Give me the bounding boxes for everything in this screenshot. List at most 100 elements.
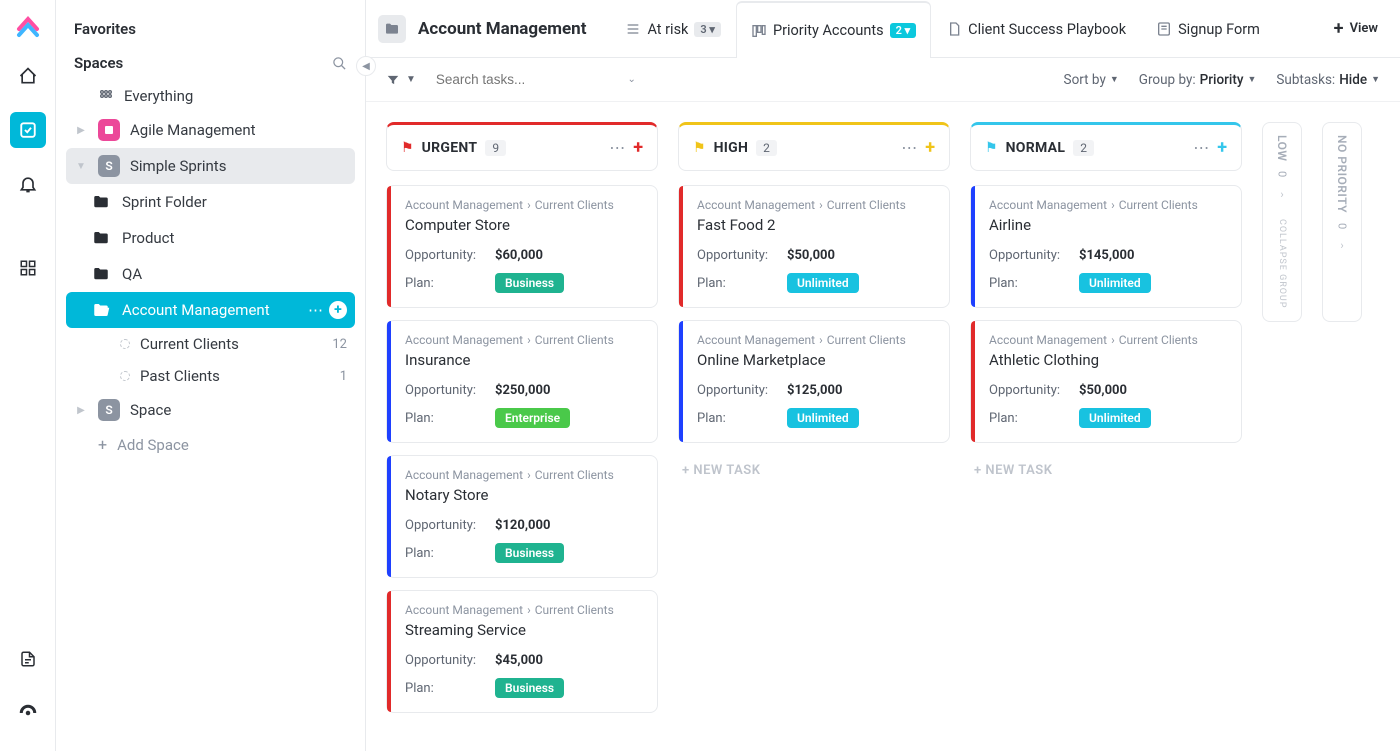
chevron-right-icon[interactable]: ▶ <box>74 125 88 136</box>
field-opportunity: Opportunity: $125,000 <box>697 383 935 398</box>
sidebar-past-clients[interactable]: Past Clients 1 <box>66 360 355 392</box>
priority-stripe <box>971 321 975 442</box>
column-count: 9 <box>485 140 506 156</box>
add-task-icon[interactable]: + <box>1217 137 1227 158</box>
tab-signup-form[interactable]: Signup Form <box>1141 0 1275 57</box>
sidebar-current-clients[interactable]: Current Clients 12 <box>66 328 355 360</box>
subtasks-menu[interactable]: Subtasks: Hide ▼ <box>1276 72 1380 88</box>
sidebar-item-label: Past Clients <box>140 367 220 385</box>
column-header[interactable]: ⚑ HIGH 2 ⋯ + <box>678 122 950 171</box>
button-label: View <box>1350 21 1378 36</box>
sidebar-item-label: Product <box>122 229 174 247</box>
list-icon <box>625 21 641 37</box>
search-input[interactable] <box>436 72 613 87</box>
plus-icon: + <box>1334 18 1344 39</box>
sidebar-qa[interactable]: QA <box>66 256 355 292</box>
favorites-heading[interactable]: Favorites <box>66 12 355 46</box>
task-card[interactable]: Account Management›Current Clients Fast … <box>678 185 950 308</box>
priority-stripe <box>387 591 391 712</box>
add-task-icon[interactable]: + <box>925 137 935 158</box>
sidebar-simple-sprints[interactable]: ▼ S Simple Sprints <box>66 148 355 184</box>
search-icon[interactable] <box>332 56 347 71</box>
sort-by-menu[interactable]: Sort by ▼ <box>1064 72 1119 88</box>
column-urgent: ⚑ URGENT 9 ⋯ + Account Management›Curren… <box>386 122 658 725</box>
app-logo[interactable] <box>14 12 42 40</box>
filter-button[interactable]: ▼ <box>386 73 416 87</box>
nav-rail <box>0 0 56 751</box>
docs-icon[interactable] <box>10 641 46 677</box>
chevron-down-icon: ▼ <box>1247 74 1256 85</box>
spaces-heading[interactable]: Spaces <box>66 46 355 80</box>
more-icon[interactable]: ⋯ <box>609 138 625 157</box>
breadcrumb: Account Management›Current Clients <box>405 333 643 347</box>
menu-label: Group by: <box>1139 72 1196 88</box>
field-opportunity: Opportunity: $145,000 <box>989 248 1227 263</box>
grid-icon <box>98 88 114 104</box>
home-icon[interactable] <box>10 58 46 94</box>
space-icon <box>98 119 120 141</box>
sidebar-item-label: Space <box>130 401 171 419</box>
column-header[interactable]: ⚑ URGENT 9 ⋯ + <box>386 122 658 171</box>
group-by-menu[interactable]: Group by: Priority ▼ <box>1139 72 1257 88</box>
tab-playbook[interactable]: Client Success Playbook <box>931 0 1141 57</box>
new-task-button[interactable]: + NEW TASK <box>678 455 950 486</box>
field-opportunity: Opportunity: $120,000 <box>405 518 643 533</box>
sidebar-agile[interactable]: ▶ Agile Management <box>66 112 355 148</box>
column-title: NORMAL <box>1006 140 1066 156</box>
sidebar-sprint-folder[interactable]: Sprint Folder <box>66 184 355 220</box>
more-icon[interactable]: ⋯ <box>1193 138 1209 157</box>
column-nopriority-collapsed[interactable]: NO PRIORITY 0 › <box>1322 122 1362 322</box>
chevron-right-icon[interactable]: ▶ <box>74 405 88 416</box>
record-icon[interactable] <box>10 695 46 731</box>
chevron-down-icon[interactable]: ⌄ <box>628 74 636 85</box>
column-header[interactable]: ⚑ NORMAL 2 ⋯ + <box>970 122 1242 171</box>
task-card[interactable]: Account Management›Current Clients Airli… <box>970 185 1242 308</box>
board-toolbar: ▼ ⌄ Sort by ▼ Group by: Priority ▼ Subta… <box>366 58 1400 102</box>
more-icon[interactable]: ⋯ <box>308 301 323 319</box>
status-icon <box>120 339 130 349</box>
sidebar-account-management[interactable]: Account Management ⋯ + <box>66 292 355 328</box>
field-plan: Plan: Business <box>405 273 643 293</box>
field-opportunity: Opportunity: $45,000 <box>405 653 643 668</box>
task-card[interactable]: Account Management›Current Clients Insur… <box>386 320 658 443</box>
sidebar-product[interactable]: Product <box>66 220 355 256</box>
apps-icon[interactable] <box>10 250 46 286</box>
chevron-down-icon[interactable]: ▼ <box>74 161 88 172</box>
collapse-sidebar-button[interactable]: ◀ <box>356 56 376 76</box>
menu-label: Subtasks: <box>1276 72 1335 88</box>
expand-icon[interactable]: › <box>1340 239 1343 252</box>
task-card[interactable]: Account Management›Current Clients Onlin… <box>678 320 950 443</box>
notifications-icon[interactable] <box>10 166 46 202</box>
more-icon[interactable]: ⋯ <box>901 138 917 157</box>
breadcrumb: Account Management›Current Clients <box>405 468 643 482</box>
task-card[interactable]: Account Management›Current Clients Strea… <box>386 590 658 713</box>
add-icon[interactable]: + <box>329 301 347 319</box>
sidebar-item-label: Current Clients <box>140 335 239 353</box>
breadcrumb: Account Management›Current Clients <box>697 198 935 212</box>
item-count: 1 <box>340 369 347 384</box>
task-card[interactable]: Account Management›Current Clients Athle… <box>970 320 1242 443</box>
add-space-button[interactable]: + Add Space <box>66 428 355 461</box>
task-card[interactable]: Account Management›Current Clients Notar… <box>386 455 658 578</box>
card-title: Airline <box>989 216 1227 234</box>
sidebar: Favorites Spaces Everything ▶ Agile Mana… <box>56 0 366 751</box>
add-task-icon[interactable]: + <box>633 137 643 158</box>
sidebar-space[interactable]: ▶ S Space <box>66 392 355 428</box>
field-opportunity: Opportunity: $60,000 <box>405 248 643 263</box>
add-view-button[interactable]: + View <box>1324 12 1388 45</box>
column-count: 0 <box>1276 171 1289 177</box>
sidebar-everything[interactable]: Everything <box>66 80 355 112</box>
column-low-collapsed[interactable]: LOW 0 › COLLAPSE GROUP <box>1262 122 1302 322</box>
tab-label: Client Success Playbook <box>968 21 1126 38</box>
tab-priority-accounts[interactable]: Priority Accounts 2 ▾ <box>736 1 931 58</box>
tasks-icon[interactable] <box>10 112 46 148</box>
collapse-hint: COLLAPSE GROUP <box>1277 219 1287 308</box>
sidebar-item-label: QA <box>122 265 142 283</box>
priority-stripe <box>679 321 683 442</box>
tab-at-risk[interactable]: At risk 3 ▾ <box>610 0 736 57</box>
task-card[interactable]: Account Management›Current Clients Compu… <box>386 185 658 308</box>
expand-icon[interactable]: › <box>1280 188 1283 201</box>
search-tasks[interactable]: ⌄ <box>436 72 636 87</box>
space-icon: S <box>98 155 120 177</box>
new-task-button[interactable]: + NEW TASK <box>970 455 1242 486</box>
